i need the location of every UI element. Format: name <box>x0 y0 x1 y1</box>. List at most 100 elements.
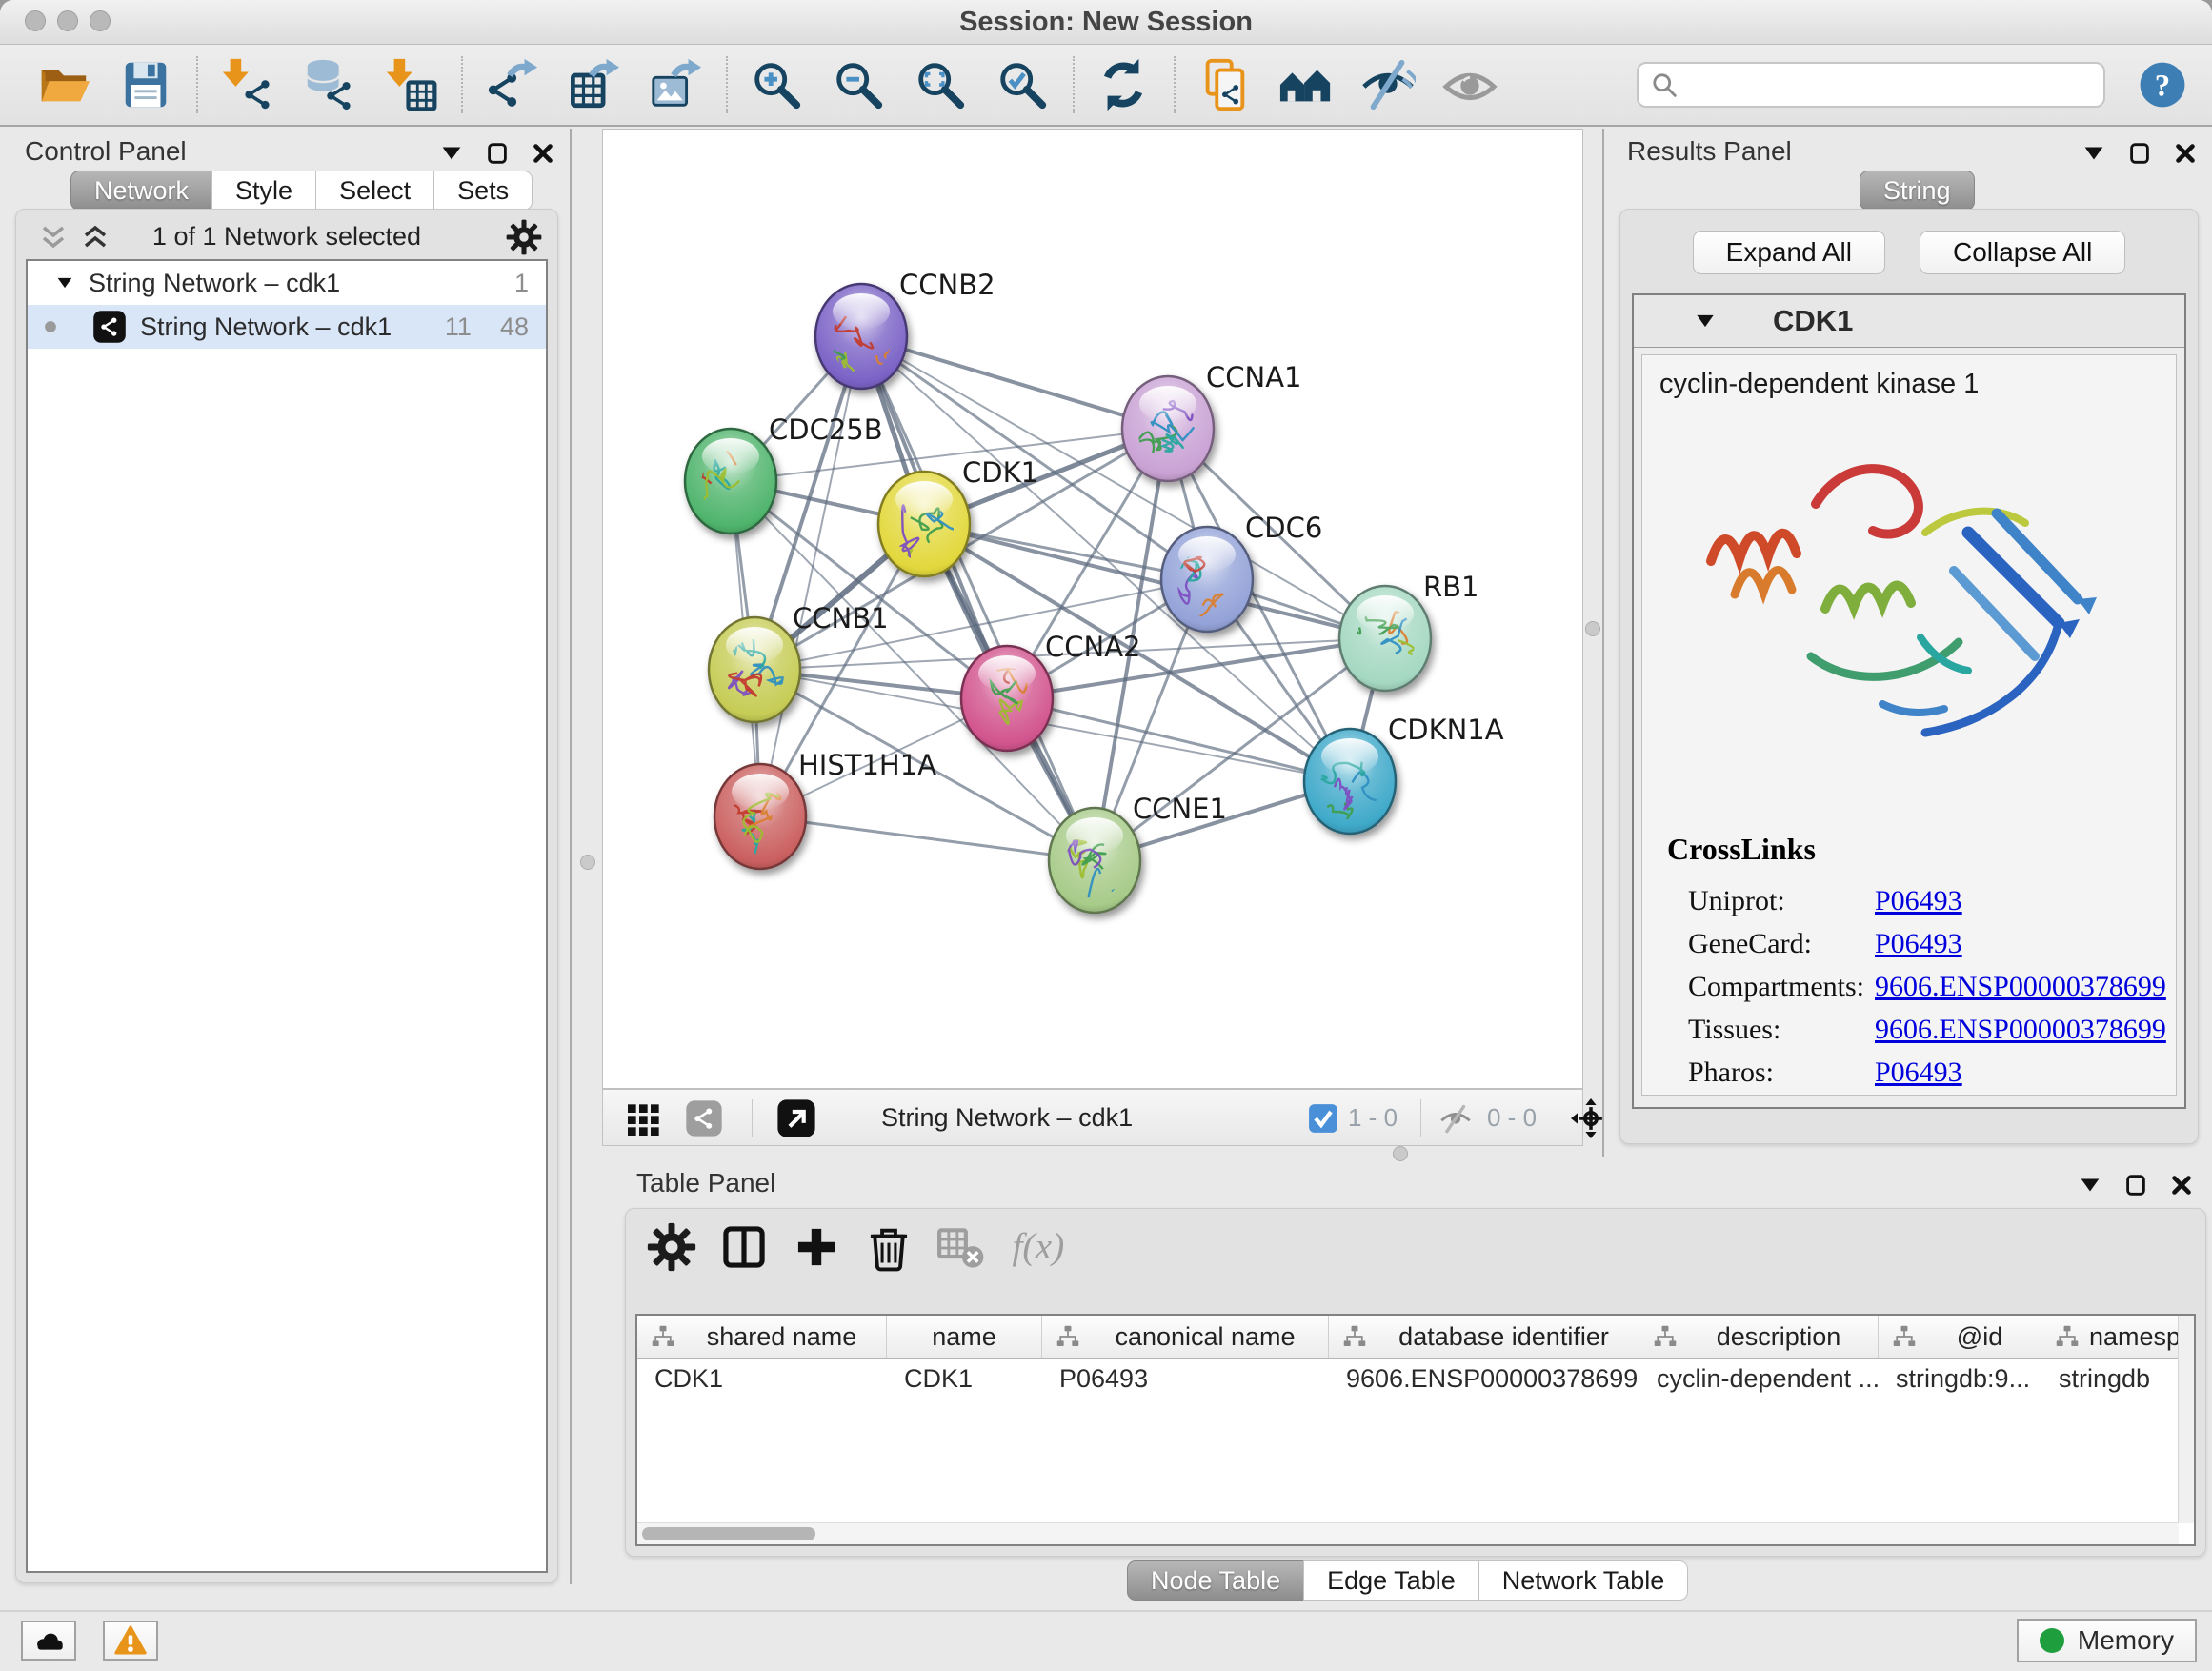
panel-menu-icon[interactable] <box>2077 1172 2103 1198</box>
zoom-selected-icon[interactable] <box>995 57 1050 112</box>
add-column-icon[interactable] <box>792 1222 841 1272</box>
table-cell[interactable]: stringdb:9... <box>1879 1359 2041 1398</box>
column-header-description[interactable]: description <box>1639 1316 1879 1358</box>
table-options-gear-icon[interactable] <box>647 1222 696 1272</box>
delete-column-icon[interactable] <box>864 1222 914 1272</box>
network-node-CCNE1[interactable] <box>1049 808 1140 913</box>
crosslink-link[interactable]: P06493 <box>1875 928 1962 960</box>
bottom-splitter-handle[interactable] <box>1393 1146 1408 1161</box>
memory-button[interactable]: Memory <box>2017 1619 2197 1662</box>
scrollbar-thumb[interactable] <box>642 1527 815 1540</box>
warnings-button[interactable] <box>103 1621 158 1661</box>
export-network-icon[interactable] <box>484 57 539 112</box>
network-column-icon <box>1651 1324 1679 1349</box>
new-network-from-selection-icon[interactable] <box>1196 57 1252 112</box>
table-cell[interactable]: CDK1 <box>637 1359 887 1398</box>
panel-menu-icon[interactable] <box>438 140 465 167</box>
column-header-namespace[interactable]: namespace <box>2041 1316 2184 1358</box>
tab-string[interactable]: String <box>1860 171 1975 211</box>
float-panel-icon[interactable] <box>2126 140 2153 167</box>
tab-edge-table[interactable]: Edge Table <box>1303 1560 1479 1601</box>
network-row-selected[interactable]: String Network – cdk1 11 48 <box>28 305 546 349</box>
open-session-icon[interactable] <box>36 57 91 112</box>
float-panel-icon[interactable] <box>484 140 511 167</box>
selected-items-checkbox-icon[interactable] <box>1308 1103 1338 1134</box>
close-panel-icon[interactable] <box>2168 1172 2195 1198</box>
network-node-HIST1H1A[interactable] <box>714 764 806 869</box>
zoom-out-icon[interactable] <box>831 57 886 112</box>
hide-selected-icon[interactable] <box>1360 57 1416 112</box>
table-horizontal-scrollbar[interactable] <box>637 1522 2179 1544</box>
zoom-fit-icon[interactable] <box>913 57 968 112</box>
network-collection-row[interactable]: String Network – cdk1 1 <box>28 261 546 305</box>
column-header-database-identifier[interactable]: database identifier <box>1329 1316 1639 1358</box>
tab-select[interactable]: Select <box>315 171 434 211</box>
import-network-from-database-icon[interactable] <box>301 57 356 112</box>
panel-menu-icon[interactable] <box>2081 140 2107 167</box>
network-edge[interactable] <box>861 336 1168 429</box>
table-row[interactable]: CDK1CDK1P064939606.ENSP00000378699cyclin… <box>637 1359 2194 1398</box>
network-canvas[interactable]: CCNB2CCNA1CDC25BCDK1CDC6RB1CCNB1CCNA2CDK… <box>602 129 1583 1089</box>
column-header--id[interactable]: @id <box>1879 1316 2041 1358</box>
left-splitter-handle[interactable] <box>580 855 595 870</box>
network-edge[interactable] <box>861 336 1095 860</box>
network-node-CCNA1[interactable] <box>1122 376 1214 481</box>
apply-layout-icon[interactable] <box>1096 57 1151 112</box>
network-node-CCNA2[interactable] <box>961 646 1053 751</box>
network-overview-icon[interactable] <box>685 1099 723 1137</box>
show-columns-icon[interactable] <box>719 1222 769 1272</box>
tab-sets[interactable]: Sets <box>433 171 533 211</box>
cloud-status-button[interactable] <box>21 1621 76 1661</box>
tab-network[interactable]: Network <box>70 171 212 211</box>
network-options-gear-icon[interactable] <box>506 219 542 255</box>
network-node-CDC25B[interactable] <box>680 414 777 534</box>
detach-view-icon[interactable] <box>776 1098 816 1138</box>
save-session-icon[interactable] <box>118 57 173 112</box>
import-table-from-file-icon[interactable] <box>383 57 438 112</box>
table-cell[interactable]: P06493 <box>1042 1359 1329 1398</box>
show-all-icon[interactable] <box>1442 57 1498 112</box>
collapse-all-button[interactable]: Collapse All <box>1920 231 2125 274</box>
show-grid-icon[interactable] <box>624 1099 662 1137</box>
hidden-items-icon[interactable] <box>1436 1102 1476 1135</box>
close-panel-icon[interactable] <box>530 140 556 167</box>
tab-node-table[interactable]: Node Table <box>1127 1560 1304 1601</box>
function-builder-icon[interactable]: f(x) <box>1009 1222 1091 1272</box>
network-node-CDKN1A[interactable] <box>1303 729 1398 834</box>
crosslink-link[interactable]: 9606.ENSP00000378699 <box>1875 971 2166 1003</box>
network-edge[interactable] <box>760 336 861 816</box>
zoom-in-icon[interactable] <box>749 57 804 112</box>
delete-table-icon[interactable] <box>936 1222 986 1272</box>
table-cell[interactable]: stringdb <box>2041 1359 2184 1398</box>
float-panel-icon[interactable] <box>2122 1172 2149 1198</box>
network-node-CCNB2[interactable] <box>807 284 910 389</box>
table-cell[interactable]: cyclin-dependent ... <box>1639 1359 1879 1398</box>
gene-entry-header[interactable]: CDK1 <box>1634 295 2184 348</box>
entry-collapse-icon[interactable] <box>1693 309 1718 333</box>
tab-style[interactable]: Style <box>211 171 316 211</box>
node-label-RB1: RB1 <box>1423 571 1479 603</box>
export-image-icon[interactable] <box>648 57 703 112</box>
network-edge[interactable] <box>760 816 1095 860</box>
first-neighbors-icon[interactable] <box>1278 57 1334 112</box>
table-cell[interactable]: 9606.ENSP00000378699 <box>1329 1359 1639 1398</box>
network-node-CCNB1[interactable] <box>709 617 800 722</box>
column-header-name[interactable]: name <box>887 1316 1042 1358</box>
search-input[interactable] <box>1680 70 2094 101</box>
column-label: description <box>1679 1322 1878 1352</box>
crosslink-link[interactable]: P06493 <box>1875 885 1962 917</box>
export-table-icon[interactable] <box>566 57 621 112</box>
help-icon[interactable]: ? <box>2138 60 2187 110</box>
column-header-canonical-name[interactable]: canonical name <box>1042 1316 1329 1358</box>
import-network-from-file-icon[interactable] <box>219 57 274 112</box>
crosslink-link[interactable]: P06493 <box>1875 1057 1962 1089</box>
close-panel-icon[interactable] <box>2172 140 2199 167</box>
table-vertical-scrollbar[interactable] <box>2178 1316 2194 1523</box>
collection-expand-icon[interactable] <box>54 272 75 293</box>
crosslink-link[interactable]: 9606.ENSP00000378699 <box>1875 1014 2166 1046</box>
right-splitter-handle[interactable] <box>1585 621 1600 636</box>
expand-all-button[interactable]: Expand All <box>1693 231 1885 274</box>
column-header-shared-name[interactable]: shared name <box>637 1316 887 1358</box>
tab-network-table[interactable]: Network Table <box>1478 1560 1689 1601</box>
table-cell[interactable]: CDK1 <box>887 1359 1042 1398</box>
